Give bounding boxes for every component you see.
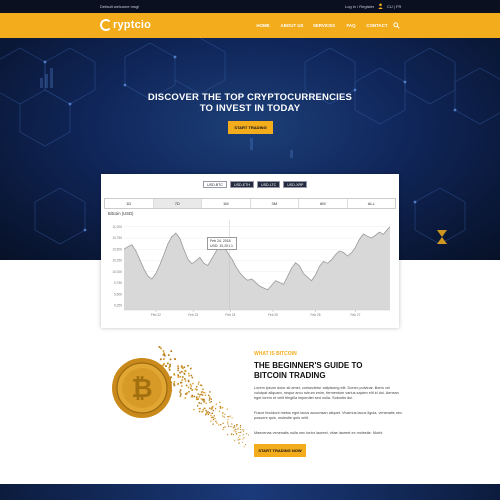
x-tick-label: Feb 25 xyxy=(268,313,278,317)
main-nav: HOME ABOUT US SERVICES FAQ CONTACT xyxy=(250,13,392,38)
range-3m[interactable]: 3M xyxy=(251,199,299,208)
about-paragraph-1: Lorem ipsum dolor sit amet, consectetur … xyxy=(254,386,399,401)
logo-c-mark-icon xyxy=(100,19,112,31)
tooltip-date: Feb 24, 2018 xyxy=(210,239,231,243)
section-eyebrow: WHAT IS BITCOIN xyxy=(254,351,297,357)
range-all[interactable]: ALL xyxy=(348,199,396,208)
nav-about-us[interactable]: ABOUT US xyxy=(276,13,308,38)
y-tick-label: 10,000 xyxy=(112,270,122,274)
bitcoin-icon: ₿ xyxy=(131,373,152,403)
nav-home[interactable]: HOME xyxy=(250,13,276,38)
pair-usd-eth[interactable]: USD-ETH xyxy=(229,181,254,188)
hourglass-icon xyxy=(437,230,447,244)
bitcoin-coin-illustration: ₿ xyxy=(112,346,249,448)
hero-start-trading-button[interactable]: START TRADING xyxy=(228,121,273,134)
site-logo[interactable]: ryptcio xyxy=(100,18,151,32)
bitcoin-price-chart[interactable]: 11,000 10,750 10,500 10,250 10,000 9,750 9,500… xyxy=(104,215,396,323)
range-1d[interactable]: 1D xyxy=(105,199,154,208)
footer-strip xyxy=(0,484,500,500)
logo-text: ryptcio xyxy=(113,19,152,31)
language-switcher[interactable]: CU | FR xyxy=(387,4,401,9)
user-icon[interactable] xyxy=(378,3,383,9)
x-tick-label: Feb 27 xyxy=(350,313,360,317)
range-6m[interactable]: 6M xyxy=(299,199,348,208)
chart-tooltip: Feb 24, 2018 USD: 10,201.1 xyxy=(207,237,237,250)
series-area xyxy=(124,226,390,310)
time-range-tabs: 1D 7D 1M 3M 6M ALL xyxy=(104,198,396,209)
hero-title: DISCOVER THE TOP CRYPTOCURRENCIES TO INV… xyxy=(147,92,353,114)
x-tick-label: Feb 23 xyxy=(188,313,198,317)
y-tick-label: 10,250 xyxy=(112,259,122,263)
y-tick-label: 9,500 xyxy=(114,292,122,296)
range-7d[interactable]: 7D xyxy=(153,199,202,208)
pair-usd-ltc[interactable]: USD-LTC xyxy=(256,181,281,188)
x-tick-label: Feb 26 xyxy=(311,313,321,317)
welcome-message: Default welcome msg! xyxy=(100,4,140,9)
x-tick-label: Feb 22 xyxy=(151,313,161,317)
login-register-link[interactable]: Log in / Register xyxy=(345,4,374,9)
pair-usd-xrp[interactable]: USD-XRP xyxy=(283,181,308,188)
y-tick-label: 9,750 xyxy=(114,281,122,285)
search-icon[interactable] xyxy=(393,22,400,29)
y-tick-label: 10,750 xyxy=(112,236,122,240)
about-paragraph-3: Maecenas venenatis nulla nec tortor laor… xyxy=(254,431,383,435)
currency-pair-tabs: USD-BTC USD-ETH USD-LTC USD-XRP xyxy=(203,181,308,188)
pair-usd-btc[interactable]: USD-BTC xyxy=(203,181,227,188)
tooltip-value: USD: 10,201.1 xyxy=(210,243,233,248)
nav-services[interactable]: SERVICES xyxy=(308,13,340,38)
y-tick-label: 10,500 xyxy=(112,247,122,251)
nav-contact[interactable]: CONTACT xyxy=(362,13,392,38)
page: Default welcome msg! Log in / Register C… xyxy=(0,0,500,500)
nav-faq[interactable]: FAQ xyxy=(340,13,362,38)
top-bar: Default welcome msg! Log in / Register C… xyxy=(0,0,500,13)
section-title: THE BEGINNER'S GUIDE TO BITCOIN TRADING xyxy=(254,361,363,380)
x-tick-label: Feb 24 xyxy=(225,313,235,317)
start-trading-now-button[interactable]: START TRADING NOW xyxy=(254,444,306,457)
about-paragraph-2: Fusce tincidunt metus eget lacus accumsa… xyxy=(254,411,402,421)
range-1m[interactable]: 1M xyxy=(202,199,251,208)
y-tick-label: 9,250 xyxy=(114,304,122,308)
y-tick-label: 11,000 xyxy=(112,225,122,229)
